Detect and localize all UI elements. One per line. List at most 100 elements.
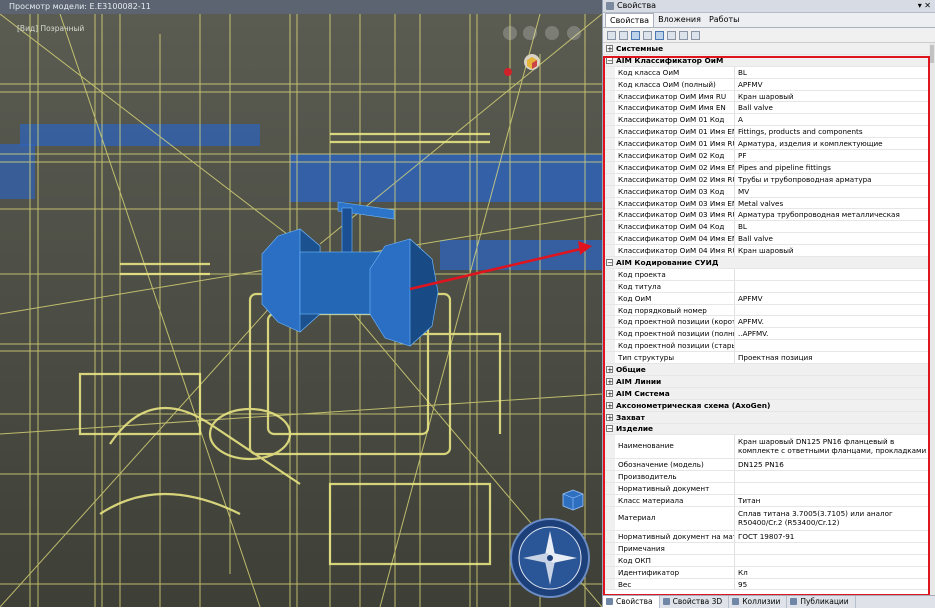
view-cube-icon[interactable] <box>560 488 586 512</box>
properties-icon[interactable] <box>607 30 616 40</box>
property-row[interactable]: Нормативный документ на матер...ГОСТ 198… <box>603 530 929 543</box>
bottom-tab-collisions[interactable]: Коллизии <box>729 596 788 608</box>
property-category[interactable]: + AIM Система <box>603 387 929 400</box>
property-row[interactable]: Код ОКП <box>603 554 929 567</box>
property-value[interactable]: Кран шаровый DN125 PN16 фланцевый в комп… <box>735 435 929 458</box>
property-value[interactable]: A <box>735 114 929 125</box>
property-row[interactable]: Производитель <box>603 471 929 484</box>
property-value[interactable]: Ball valve <box>735 233 929 244</box>
property-row[interactable]: Классификатор ОиМ 04 Имя RU Кран шаровый <box>603 245 929 258</box>
property-value[interactable]: Арматура, изделия и комплектующие <box>735 138 929 149</box>
property-value[interactable]: Ball valve <box>735 102 929 113</box>
tab-attachments[interactable]: Вложения <box>654 13 705 27</box>
property-row[interactable]: Обозначение (модель) DN125 PN16 <box>603 459 929 472</box>
alphabetical-icon[interactable] <box>643 30 652 40</box>
property-row[interactable]: Классификатор ОиМ 04 Имя EN Ball valve <box>603 233 929 246</box>
tab-works[interactable]: Работы <box>705 13 744 27</box>
property-row[interactable]: Классификатор ОиМ 02 Имя EN Pipes and pip… <box>603 161 929 174</box>
property-row[interactable]: Вес 95 <box>603 578 929 591</box>
property-row[interactable]: Код проектной позиции (старый) <box>603 340 929 353</box>
property-value[interactable] <box>735 340 929 351</box>
property-category[interactable]: + Захват <box>603 411 929 424</box>
property-value[interactable] <box>735 305 929 316</box>
zoom-icon[interactable] <box>523 26 537 40</box>
property-value[interactable]: Metal valves <box>735 198 929 209</box>
property-value[interactable]: APFMV. <box>735 316 929 327</box>
property-value[interactable]: DN125 PN16 <box>735 459 929 470</box>
property-value[interactable] <box>735 269 929 280</box>
property-row[interactable]: Код проектной позиции (полный) ..APFMV. <box>603 328 929 341</box>
property-category[interactable]: − Изделие <box>603 423 929 436</box>
orbit-icon[interactable] <box>567 26 581 40</box>
property-value[interactable]: Титан <box>735 495 929 506</box>
collapse-icon[interactable] <box>679 30 688 40</box>
grid-scrollbar[interactable] <box>929 43 935 595</box>
property-row[interactable]: Нормативный документ <box>603 483 929 496</box>
property-category[interactable]: + Общие <box>603 364 929 376</box>
panel-pin-close-icon[interactable]: ▾ ✕ <box>918 0 931 12</box>
property-row[interactable]: Код порядковый номер <box>603 304 929 317</box>
property-value[interactable]: APFMV <box>735 293 929 304</box>
navigation-compass-icon[interactable] <box>509 517 591 599</box>
bottom-tab-properties[interactable]: Свойства <box>603 596 660 608</box>
property-value[interactable] <box>735 543 929 554</box>
collapse-icon[interactable]: − <box>606 56 613 64</box>
property-row[interactable]: Код ОиМ APFMV <box>603 292 929 305</box>
property-row[interactable]: Классификатор ОиМ 01 Имя RU Арматура, изд… <box>603 138 929 151</box>
property-value[interactable]: 95 <box>735 579 929 590</box>
property-value[interactable]: Арматура трубопроводная металлическая <box>735 209 929 220</box>
property-row[interactable]: Классификатор ОиМ 02 Имя RU Трубы и трубо… <box>603 173 929 186</box>
property-category[interactable]: + Аксонометрическая схема (AxoGen) <box>603 399 929 412</box>
property-value[interactable]: Кл <box>735 567 929 578</box>
property-value[interactable] <box>735 483 929 494</box>
property-row[interactable]: Классификатор ОиМ 03 Код MV <box>603 185 929 198</box>
collapse-icon[interactable]: − <box>606 258 613 266</box>
property-value[interactable]: Трубы и трубопроводная арматура <box>735 174 929 185</box>
home-view-icon[interactable] <box>522 52 542 72</box>
property-row[interactable]: Примечания <box>603 542 929 555</box>
property-row[interactable]: Классификатор ОиМ Имя RU Кран шаровый <box>603 90 929 103</box>
property-value[interactable]: Сплав титана 3.7005(3.7105) или аналог R… <box>735 507 929 530</box>
property-row[interactable]: Идентификатор Кл <box>603 566 929 579</box>
bottom-tab-properties-3d[interactable]: Свойства 3D <box>660 596 730 608</box>
property-value[interactable]: ГОСТ 19807-91 <box>735 531 929 542</box>
expand-icon[interactable]: + <box>606 377 613 385</box>
property-row[interactable]: Классификатор ОиМ 03 Имя EN Metal valves <box>603 197 929 210</box>
property-row[interactable]: Код проектной позиции (короткий)APFMV. <box>603 316 929 329</box>
property-value[interactable]: Кран шаровый <box>735 91 929 102</box>
property-value[interactable]: Проектная позиция <box>735 352 929 363</box>
property-row[interactable]: Классификатор ОиМ 01 Имя EN Fittings, pro… <box>603 126 929 139</box>
property-row[interactable]: Код класса ОиМ BL <box>603 66 929 79</box>
filter-icon[interactable] <box>667 30 676 40</box>
property-row[interactable]: Классификатор ОиМ 02 Код PF <box>603 150 929 162</box>
sort-icon[interactable] <box>619 30 628 40</box>
property-category[interactable]: + AIM Линии <box>603 375 929 388</box>
property-value[interactable]: Кран шаровый <box>735 245 929 256</box>
property-row[interactable]: Материал Сплав титана 3.7005(3.7105) или … <box>603 506 929 531</box>
expand-icon[interactable] <box>691 30 700 40</box>
property-value[interactable] <box>735 555 929 566</box>
property-row[interactable]: Классификатор ОиМ 04 Код BL <box>603 221 929 234</box>
property-value[interactable] <box>735 471 929 482</box>
property-value[interactable]: BL <box>735 67 929 78</box>
property-value[interactable]: MV <box>735 186 929 197</box>
property-row[interactable]: Классификатор ОиМ 03 Имя RU Арматура труб… <box>603 209 929 222</box>
view-mode-label[interactable]: [Вид] Поэрачный <box>17 24 84 33</box>
property-value[interactable]: Pipes and pipeline fittings <box>735 162 929 173</box>
model-viewport[interactable]: Просмотр модели: E.E3100082-11 [Вид] Поэ… <box>0 0 603 607</box>
property-pages-icon[interactable] <box>655 30 664 40</box>
pan-icon[interactable] <box>545 26 559 40</box>
property-row[interactable]: Наименование Кран шаровый DN125 PN16 флан… <box>603 435 929 460</box>
bottom-tab-publications[interactable]: Публикации <box>787 596 856 608</box>
collapse-icon[interactable]: − <box>606 425 613 433</box>
look-icon[interactable] <box>503 26 517 40</box>
expand-icon[interactable]: + <box>606 44 613 52</box>
property-value[interactable]: Fittings, products and components <box>735 126 929 137</box>
expand-icon[interactable]: + <box>606 365 613 373</box>
property-value[interactable] <box>735 281 929 292</box>
property-value[interactable]: APFMV <box>735 79 929 90</box>
expand-icon[interactable]: + <box>606 401 613 409</box>
property-category[interactable]: − AIM Классификатор ОиМ <box>603 54 929 67</box>
expand-icon[interactable]: + <box>606 413 613 421</box>
tab-properties[interactable]: Свойства <box>605 13 655 27</box>
